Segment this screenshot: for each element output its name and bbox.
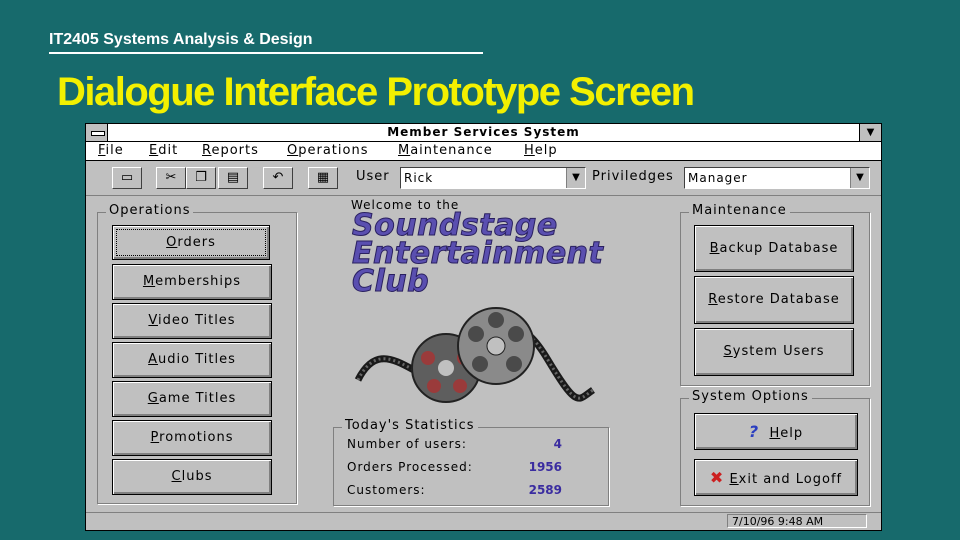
minimize-button[interactable]: ▼ bbox=[859, 124, 881, 141]
operations-group-title: Operations bbox=[106, 203, 194, 218]
exit-x-icon: ✖ bbox=[709, 468, 725, 487]
member-services-window: Member Services System ▼ File Edit Repor… bbox=[85, 123, 882, 531]
dropdown-arrow-icon[interactable]: ▼ bbox=[850, 168, 869, 188]
menu-edit[interactable]: Edit bbox=[149, 143, 178, 158]
priviledges-select-value: Manager bbox=[688, 171, 748, 185]
course-underline bbox=[49, 52, 483, 54]
promotions-button[interactable]: Promotions bbox=[112, 420, 272, 456]
backup-database-button[interactable]: Backup Database bbox=[694, 225, 854, 272]
help-question-icon: ? bbox=[748, 422, 760, 441]
status-bar: 7/10/96 9:48 AM bbox=[86, 512, 881, 530]
statistics-group-title: Today's Statistics bbox=[342, 418, 478, 433]
scissors-icon: ✂ bbox=[165, 170, 177, 185]
orders-button[interactable]: Orders bbox=[112, 225, 270, 260]
stat-label-users: Number of users: bbox=[347, 437, 467, 451]
window-title: Member Services System bbox=[387, 125, 580, 139]
status-datetime: 7/10/96 9:48 AM bbox=[727, 514, 867, 528]
help-button[interactable]: ? Help bbox=[694, 413, 858, 450]
user-label: User bbox=[356, 169, 390, 184]
copy-icon: ❐ bbox=[195, 170, 207, 185]
print-button[interactable]: ▦ bbox=[308, 167, 338, 189]
toolbar: ▭ ✂ ❐ ▤ ↶ ▦ User Rick ▼ Priviledges Mana… bbox=[86, 161, 881, 196]
user-select-value: Rick bbox=[404, 171, 434, 185]
undo-button[interactable]: ↶ bbox=[263, 167, 293, 189]
course-title: IT2405 Systems Analysis & Design bbox=[49, 31, 313, 48]
stat-label-orders: Orders Processed: bbox=[347, 460, 473, 474]
game-titles-button[interactable]: Game Titles bbox=[112, 381, 272, 417]
stat-label-customers: Customers: bbox=[347, 483, 426, 497]
title-bar: Member Services System ▼ bbox=[86, 124, 881, 142]
copy-button[interactable]: ❐ bbox=[186, 167, 216, 189]
user-select[interactable]: Rick ▼ bbox=[400, 167, 586, 189]
clubs-button[interactable]: Clubs bbox=[112, 459, 272, 495]
stat-value-orders: 1956 bbox=[528, 460, 562, 474]
memberships-button[interactable]: Memberships bbox=[112, 264, 272, 300]
priviledges-select[interactable]: Manager ▼ bbox=[684, 167, 870, 189]
menu-maintenance[interactable]: Maintenance bbox=[398, 143, 493, 158]
audio-titles-button[interactable]: Audio Titles bbox=[112, 342, 272, 378]
menu-bar: File Edit Reports Operations Maintenance… bbox=[86, 142, 881, 161]
video-titles-button[interactable]: Video Titles bbox=[112, 303, 272, 339]
menu-operations[interactable]: Operations bbox=[287, 143, 368, 158]
brand-line-3: Club bbox=[351, 264, 430, 299]
slide-title: Dialogue Interface Prototype Screen bbox=[57, 70, 695, 114]
clipboard-icon: ▤ bbox=[226, 170, 240, 185]
system-options-group-title: System Options bbox=[689, 389, 812, 404]
printer-icon: ▦ bbox=[316, 170, 330, 185]
menu-reports[interactable]: Reports bbox=[202, 143, 259, 158]
menu-file[interactable]: File bbox=[98, 143, 124, 158]
folder-icon: ▭ bbox=[120, 170, 134, 185]
exit-logoff-button[interactable]: ✖ Exit and Logoff bbox=[694, 459, 858, 496]
system-users-button[interactable]: System Users bbox=[694, 328, 854, 376]
club-logo-text: Soundstage Entertainment Club bbox=[351, 210, 603, 299]
restore-database-button[interactable]: Restore Database bbox=[694, 276, 854, 324]
stat-value-users: 4 bbox=[553, 437, 562, 451]
maintenance-group-title: Maintenance bbox=[689, 203, 790, 218]
priviledges-label: Priviledges bbox=[592, 169, 674, 184]
open-folder-button[interactable]: ▭ bbox=[112, 167, 142, 189]
dropdown-arrow-icon[interactable]: ▼ bbox=[566, 168, 585, 188]
cut-button[interactable]: ✂ bbox=[156, 167, 186, 189]
undo-icon: ↶ bbox=[272, 170, 284, 185]
stat-value-customers: 2589 bbox=[528, 483, 562, 497]
paste-button[interactable]: ▤ bbox=[218, 167, 248, 189]
menu-help[interactable]: Help bbox=[524, 143, 558, 158]
film-reels-illustration bbox=[354, 307, 595, 403]
